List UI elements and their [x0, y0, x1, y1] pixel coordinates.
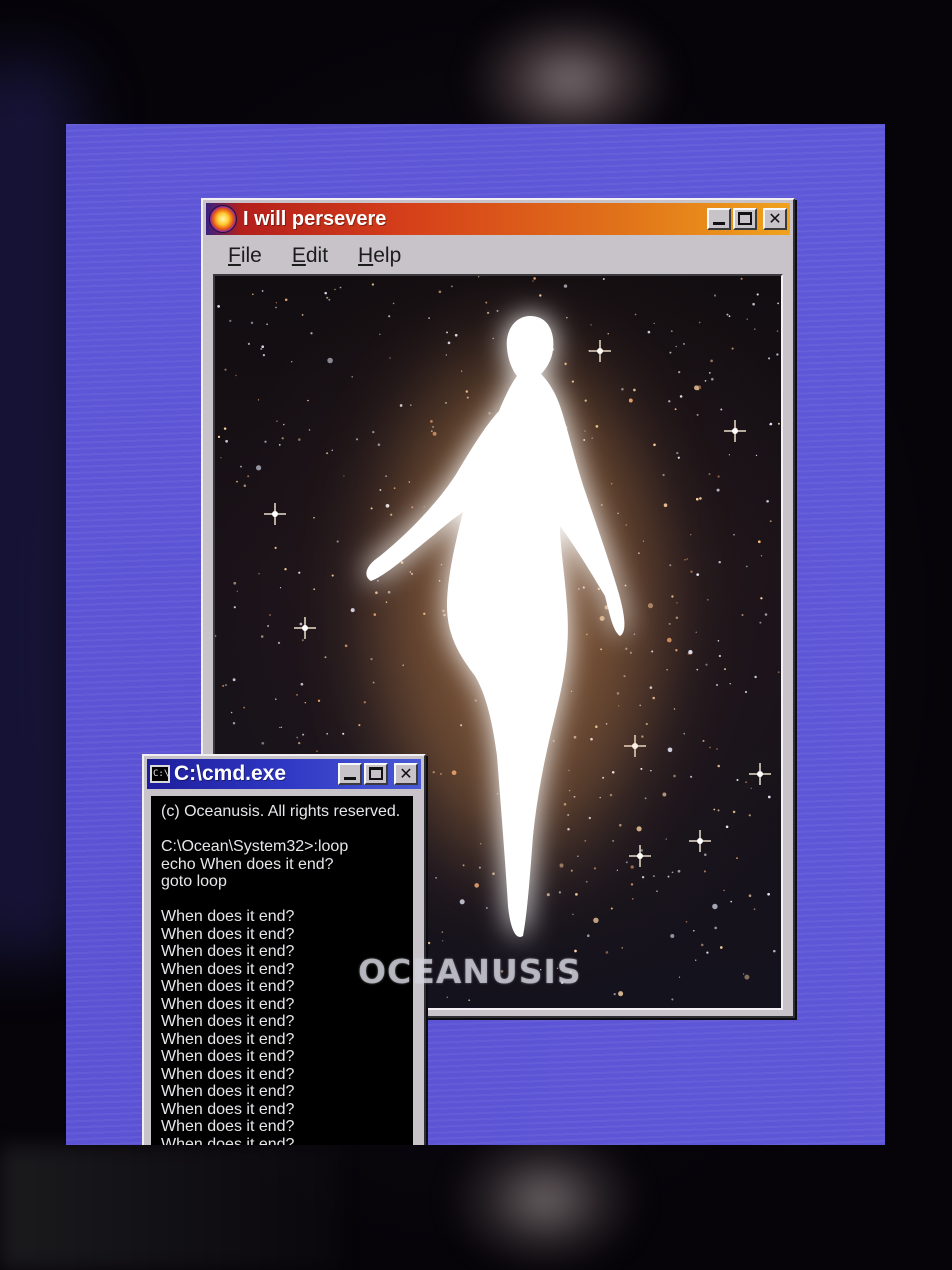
close-button[interactable]: ✕ [763, 208, 787, 230]
cmd-window-title: C:\cmd.exe [174, 762, 287, 785]
main-window-titlebar[interactable]: I will persevere ✕ [206, 203, 790, 235]
sun-orb-icon [209, 205, 237, 233]
purple-desktop-panel: I will persevere ✕ File Edit Help C:\ C:… [66, 124, 885, 1145]
menu-edit[interactable]: Edit [292, 244, 328, 268]
cmd-maximize-button[interactable] [364, 763, 388, 785]
console-line: When does it end? [161, 1083, 295, 1100]
cmd-window-controls: ✕ [338, 763, 418, 785]
console-line: echo When does it end? [161, 855, 334, 873]
console-line: When does it end? [161, 1135, 295, 1146]
maximize-icon [738, 212, 752, 225]
close-icon: ✕ [399, 764, 413, 783]
cmd-minimize-button[interactable] [338, 763, 362, 785]
blurred-glow-bottom [450, 1130, 640, 1270]
maximize-icon [369, 767, 383, 780]
watermark-logo: OCEANUSIS [358, 952, 582, 991]
menu-help[interactable]: Help [358, 244, 401, 268]
console-line: When does it end? [161, 1118, 295, 1135]
console-line: When does it end? [161, 925, 295, 943]
console-line: When does it end? [161, 1065, 295, 1083]
console-line: When does it end? [161, 1100, 295, 1118]
cmd-window-titlebar[interactable]: C:\ C:\cmd.exe ✕ [147, 759, 421, 789]
console-line: When does it end? [161, 1013, 295, 1030]
blurred-background-bottom [0, 1145, 340, 1270]
maximize-button[interactable] [733, 208, 757, 230]
close-icon: ✕ [768, 209, 782, 228]
console-line: When does it end? [161, 1030, 295, 1048]
console-line: C:\Ocean\System32>:loop [161, 838, 349, 855]
minimize-icon [344, 777, 356, 780]
console-line: When does it end? [161, 995, 295, 1013]
minimize-icon [713, 222, 725, 225]
cmd-window: C:\ C:\cmd.exe ✕ (c) Oceanusis. All righ… [142, 754, 426, 1145]
menu-file[interactable]: File [228, 244, 262, 268]
terminal-icon: C:\ [150, 765, 170, 783]
artwork-stage: I will persevere ✕ File Edit Help C:\ C:… [0, 0, 952, 1270]
console-line: When does it end? [161, 908, 295, 925]
window-controls: ✕ [707, 208, 787, 230]
console-line: When does it end? [161, 1048, 295, 1065]
menu-bar: File Edit Help [206, 238, 790, 274]
console-line: goto loop [161, 873, 227, 890]
cmd-close-button[interactable]: ✕ [394, 763, 418, 785]
console-line: (c) Oceanusis. All rights reserved. [161, 803, 401, 820]
minimize-button[interactable] [707, 208, 731, 230]
main-window-title: I will persevere [243, 207, 387, 230]
